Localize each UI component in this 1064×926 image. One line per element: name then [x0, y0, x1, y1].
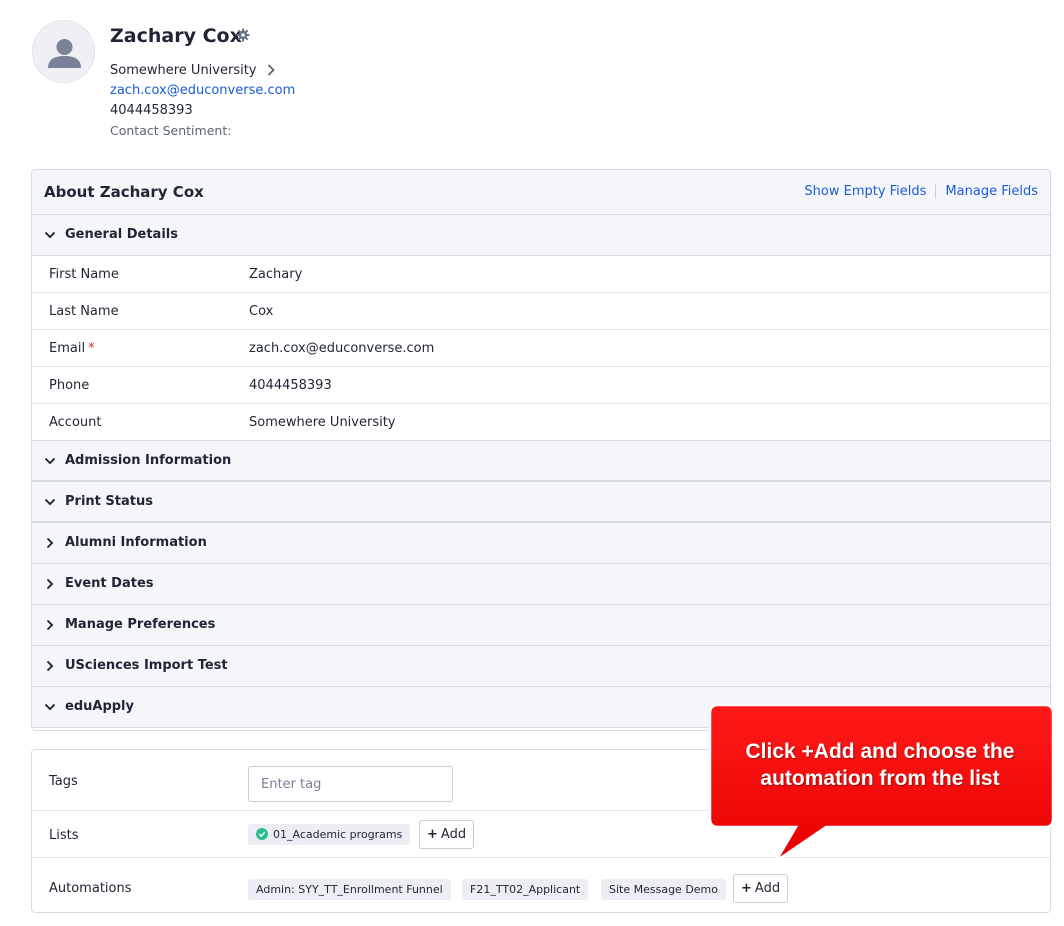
automations-label: Automations — [49, 881, 132, 896]
person-icon — [48, 39, 81, 68]
field-value[interactable]: Zachary — [249, 267, 302, 282]
automations-row: Automations Admin: SYY_TT_Enrollment Fun… — [32, 858, 1050, 912]
section-label: Print Status — [65, 494, 153, 509]
field-value[interactable]: 4044458393 — [249, 378, 332, 393]
callout-text: Click +Add and choose the automation fro… — [712, 738, 1048, 792]
field-row-first-name: First Name Zachary — [32, 256, 1050, 293]
section-general-details[interactable]: General Details — [32, 215, 1050, 256]
contact-email-link[interactable]: zach.cox@educonverse.com — [110, 83, 295, 98]
about-header: About Zachary Cox Show Empty Fields Mana… — [32, 170, 1050, 215]
contact-header: Zachary Cox Somewhere University zach.co… — [32, 20, 632, 150]
section-label: eduApply — [65, 699, 134, 714]
field-label: Phone — [49, 378, 90, 393]
callout-line-1: Click +Add and choose the — [745, 740, 1015, 763]
section-label: Manage Preferences — [65, 617, 216, 632]
divider — [935, 184, 937, 199]
check-circle-icon — [256, 828, 268, 840]
field-row-last-name: Last Name Cox — [32, 293, 1050, 330]
section-manage-preferences[interactable]: Manage Preferences — [32, 605, 1050, 646]
add-label: Add — [754, 881, 781, 896]
field-label: Account — [49, 415, 102, 430]
chevron-right-icon — [267, 63, 275, 76]
add-label: Add — [440, 827, 467, 842]
chevron-down-icon — [44, 231, 56, 239]
section-label: Admission Information — [65, 453, 232, 468]
tags-label: Tags — [49, 774, 78, 789]
chevron-down-icon — [44, 457, 56, 465]
section-usciences-import-test[interactable]: USciences Import Test — [32, 646, 1050, 687]
tag-input[interactable] — [248, 766, 453, 802]
manage-fields-link[interactable]: Manage Fields — [945, 184, 1038, 199]
automation-chip[interactable]: Site Message Demo — [601, 879, 727, 900]
plus-icon: + — [741, 881, 752, 896]
account-name: Somewhere University — [110, 63, 257, 78]
field-value[interactable]: zach.cox@educonverse.com — [249, 341, 434, 356]
avatar — [32, 20, 95, 83]
contact-phone: 4044458393 — [110, 103, 193, 118]
field-value[interactable]: Somewhere University — [249, 415, 396, 430]
field-label: First Name — [49, 267, 119, 282]
chevron-right-icon — [46, 619, 54, 631]
contact-name: Zachary Cox — [110, 25, 242, 47]
section-label: Event Dates — [65, 576, 154, 591]
section-event-dates[interactable]: Event Dates — [32, 564, 1050, 605]
field-value[interactable]: Cox — [249, 304, 273, 319]
account-link[interactable]: Somewhere University — [110, 63, 275, 81]
section-alumni-information[interactable]: Alumni Information — [32, 523, 1050, 564]
section-label: Alumni Information — [65, 535, 207, 550]
plus-icon: + — [427, 827, 438, 842]
add-automation-button[interactable]: + Add — [733, 874, 789, 903]
required-star: * — [88, 341, 95, 356]
chevron-right-icon — [46, 537, 54, 549]
field-label-text: Email — [49, 341, 86, 356]
field-row-phone: Phone 4044458393 — [32, 367, 1050, 404]
list-chip[interactable]: 01_Academic programs — [248, 824, 411, 845]
show-empty-fields-link[interactable]: Show Empty Fields — [804, 184, 926, 199]
lists-row: Lists 01_Academic programs + Add — [32, 811, 1050, 858]
field-row-account: Account Somewhere University — [32, 404, 1050, 441]
section-label: USciences Import Test — [65, 658, 228, 673]
field-label: Last Name — [49, 304, 119, 319]
add-list-button[interactable]: + Add — [419, 820, 475, 849]
chevron-down-icon — [44, 703, 56, 711]
header-actions: Show Empty Fields Manage Fields — [804, 184, 1038, 199]
about-title: About Zachary Cox — [44, 183, 204, 201]
lists-label: Lists — [49, 828, 79, 843]
gear-icon[interactable] — [236, 28, 250, 42]
about-panel: About Zachary Cox Show Empty Fields Mana… — [31, 169, 1051, 731]
section-eduapply[interactable]: eduApply — [32, 687, 1050, 728]
chevron-right-icon — [46, 578, 54, 590]
automation-chip[interactable]: F21_TT02_Applicant — [462, 879, 589, 900]
chevron-right-icon — [46, 660, 54, 672]
field-label: Email * — [49, 341, 95, 356]
section-admission-information[interactable]: Admission Information — [32, 441, 1050, 482]
field-row-email: Email * zach.cox@educonverse.com — [32, 330, 1050, 367]
callout-line-2: automation from the list — [760, 767, 1000, 790]
list-chip-label: 01_Academic programs — [273, 828, 403, 841]
contact-sentiment-label: Contact Sentiment: — [110, 123, 232, 138]
section-print-status[interactable]: Print Status — [32, 482, 1050, 523]
chevron-down-icon — [44, 498, 56, 506]
automation-chip[interactable]: Admin: SYY_TT_Enrollment Funnel — [248, 879, 451, 900]
section-label: General Details — [65, 227, 178, 242]
